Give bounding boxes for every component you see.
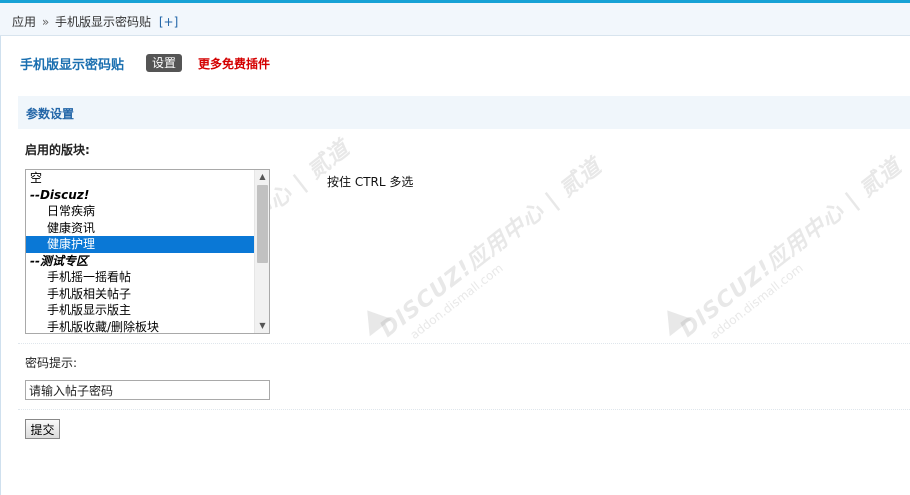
scroll-up-icon[interactable]: ▲ [255,170,269,184]
add-shortcut-link[interactable]: [+] [159,15,178,29]
multiselect-hint: 按住 CTRL 多选 [327,175,414,189]
tab-settings[interactable]: 设置 [146,54,183,72]
watermark-partner: 贰道 [555,154,607,203]
listbox-scrollbar[interactable]: ▲ ▼ [254,170,269,333]
breadcrumb: 应用 » 手机版显示密码贴 [+] [0,3,910,36]
submit-button[interactable]: 提交 [25,419,60,439]
forum-group-option[interactable]: --Discuz! [26,187,254,204]
forum-option[interactable]: 健康资讯 [26,220,254,237]
left-border [0,36,1,495]
password-hint-label: 密码提示: [25,356,78,370]
watermark-left: DISCUZ!应用中心 | 贰道 addon.dismall.com [375,154,607,343]
watermark-brand: DISCUZ!应用中心 [675,198,850,343]
breadcrumb-current: 手机版显示密码贴 [55,15,152,29]
watermark-right: DISCUZ!应用中心 | 贰道 addon.dismall.com [675,154,907,343]
breadcrumb-separator: » [41,15,50,29]
forum-option[interactable]: 健康护理 [26,236,254,253]
forum-option[interactable]: 日常疾病 [26,203,254,220]
scroll-down-icon[interactable]: ▼ [255,319,269,333]
watermark-partner: 贰道 [855,154,907,203]
more-plugins-link[interactable]: 更多免费插件 [198,55,270,72]
scroll-thumb[interactable] [257,185,268,263]
forum-option[interactable]: 手机版收藏/删除板块 [26,319,254,334]
watermark-brand: DISCUZ!应用中心 [375,198,550,343]
plugin-title: 手机版显示密码贴 [20,57,125,73]
forum-option[interactable]: 手机版相关帖子 [26,286,254,303]
plugin-header: 手机版显示密码贴 设置 更多免费插件 [20,52,270,74]
forum-multiselect[interactable]: 空 --Discuz! 日常疾病 健康资讯 健康护理 --测试专区 手机摇一摇看帖 手机版相关… [25,169,270,334]
forum-option[interactable]: 手机版显示版主 [26,302,254,319]
forum-option[interactable]: 空 [26,170,254,187]
forums-label: 启用的版块: [25,143,90,157]
forum-group-option[interactable]: --测试专区 [26,253,254,270]
row-divider [18,409,910,410]
forum-option[interactable]: 手机摇一摇看帖 [26,269,254,286]
breadcrumb-root[interactable]: 应用 [12,15,36,29]
section-title: 参数设置 [18,96,910,129]
row-divider [18,343,910,344]
forum-option-list: 空 --Discuz! 日常疾病 健康资讯 健康护理 --测试专区 手机摇一摇看帖 手机版相关… [26,170,269,334]
password-hint-input[interactable] [25,380,270,400]
